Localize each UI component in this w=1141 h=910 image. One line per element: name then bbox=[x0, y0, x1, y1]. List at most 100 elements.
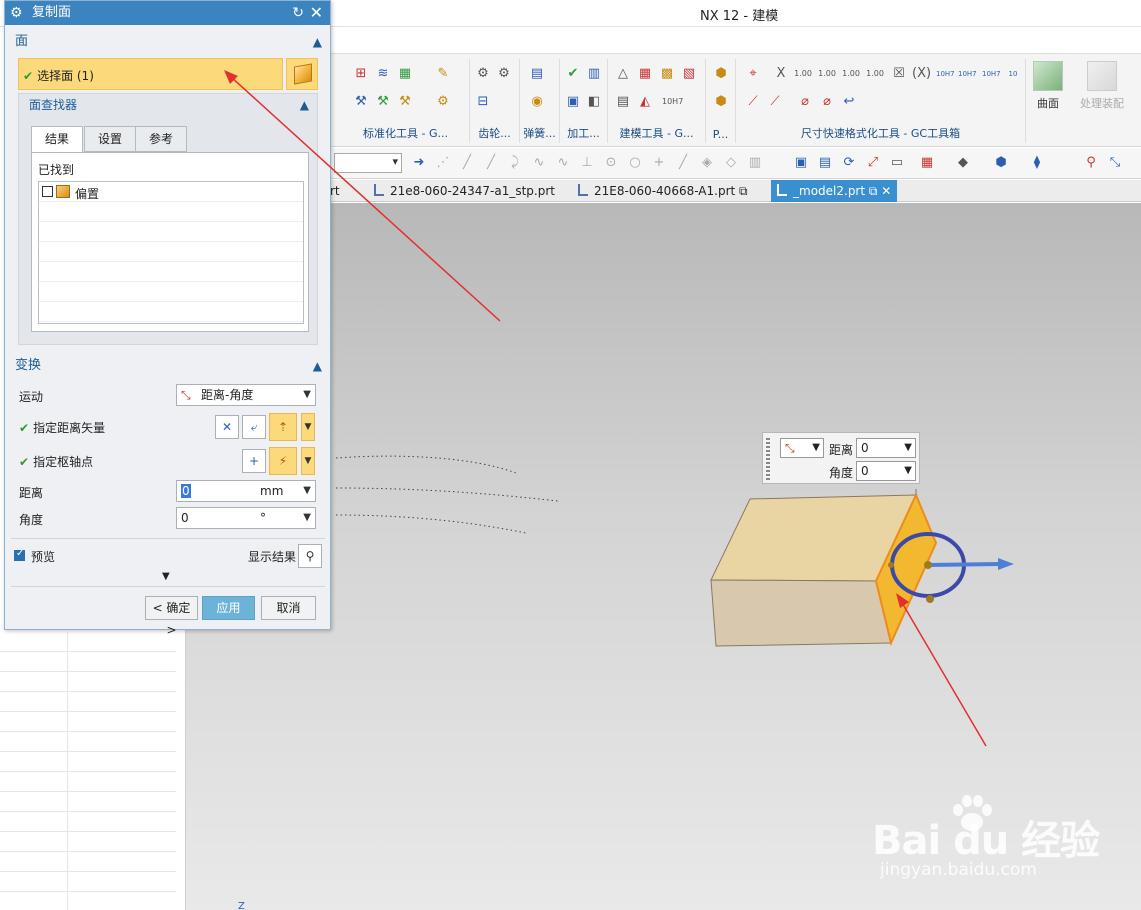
tool-icon[interactable]: ⟋ bbox=[744, 93, 762, 111]
tool-icon[interactable]: ✎ bbox=[434, 65, 452, 83]
tool-icon[interactable]: ⊞ bbox=[352, 65, 370, 83]
ok-button[interactable]: < 确定 > bbox=[145, 596, 198, 637]
view-icon[interactable]: ◆ bbox=[954, 154, 972, 172]
point-options-dropdown[interactable]: ▼ bbox=[301, 447, 315, 475]
drag-grip[interactable] bbox=[766, 438, 770, 480]
snap-icon[interactable]: ⊥ bbox=[578, 154, 596, 172]
tool-icon[interactable]: 1.00 bbox=[794, 65, 812, 83]
apply-button[interactable]: 应用 bbox=[202, 596, 255, 620]
expand-more-icon[interactable]: ▼ bbox=[162, 571, 170, 582]
snap-icon[interactable]: ⋰ bbox=[434, 154, 452, 172]
snap-icon[interactable]: ╱ bbox=[482, 154, 500, 172]
navigator-row[interactable] bbox=[0, 852, 176, 872]
ribbon-group-label[interactable]: 齿轮... bbox=[470, 125, 519, 141]
face-section-header[interactable]: 面 ▲ bbox=[5, 29, 330, 55]
chevron-up-icon[interactable]: ▲ bbox=[313, 29, 322, 55]
navigator-row[interactable] bbox=[0, 692, 176, 712]
navigator-row[interactable] bbox=[0, 892, 176, 910]
rotate-icon[interactable]: ⟳ bbox=[840, 154, 858, 172]
machining-tool-icon[interactable]: ▥ bbox=[585, 65, 603, 83]
ribbon-group-label[interactable]: P... bbox=[706, 128, 735, 141]
snap-icon[interactable]: ⊙ bbox=[602, 154, 620, 172]
selection-filter-dropdown[interactable] bbox=[334, 153, 402, 173]
navigator-row[interactable] bbox=[0, 752, 176, 772]
tool-icon[interactable]: ⬢ bbox=[712, 93, 730, 111]
tool-icon[interactable]: ≋ bbox=[374, 65, 392, 83]
offset-checkbox[interactable] bbox=[42, 186, 53, 197]
tool-icon[interactable]: ⬢ bbox=[712, 65, 730, 83]
view-icon[interactable]: ⧫ bbox=[1028, 154, 1046, 172]
cube-view-icon[interactable]: ⬢ bbox=[992, 154, 1010, 172]
angle-input[interactable]: 0 ° ▼ bbox=[176, 507, 316, 529]
point-dialog-button[interactable]: + bbox=[242, 449, 266, 473]
snap-icon[interactable]: ╱ bbox=[674, 154, 692, 172]
tool-icon[interactable]: 1.00 bbox=[866, 65, 884, 83]
close-tab-icon[interactable]: ✕ bbox=[881, 184, 891, 198]
navigator-row[interactable] bbox=[0, 792, 176, 812]
tool-icon[interactable]: ☒ bbox=[890, 65, 908, 83]
navigator-row[interactable] bbox=[0, 812, 176, 832]
reset-icon[interactable]: ↻ bbox=[292, 1, 304, 25]
tool-icon[interactable]: ▦ bbox=[636, 65, 654, 83]
navigator-row[interactable] bbox=[0, 712, 176, 732]
tool-icon[interactable]: ⚒ bbox=[374, 93, 392, 111]
ribbon-group-label[interactable]: 标准化工具 - G... bbox=[342, 125, 469, 141]
tool-icon[interactable]: ▤ bbox=[614, 93, 632, 111]
vector-inferred-button[interactable]: ⇡ bbox=[269, 413, 297, 441]
tool-icon[interactable]: 10H7 bbox=[958, 65, 977, 83]
view-icon[interactable]: ▭ bbox=[888, 154, 906, 172]
face-select-button[interactable] bbox=[286, 58, 318, 90]
cancel-button[interactable]: 取消 bbox=[261, 596, 316, 620]
snap-icon[interactable]: ∿ bbox=[554, 154, 572, 172]
machining-tool-icon[interactable]: ▣ bbox=[564, 93, 582, 111]
navigator-row[interactable] bbox=[0, 772, 176, 792]
block-front-face[interactable] bbox=[710, 579, 892, 647]
view-icon[interactable]: ⤢ bbox=[864, 154, 882, 172]
doc-tab-active[interactable]: _model2.prt ⧉ ✕ bbox=[771, 180, 898, 202]
tool-icon[interactable]: ◭ bbox=[636, 93, 654, 111]
navigator-row[interactable] bbox=[0, 652, 176, 672]
snap-icon[interactable]: ▥ bbox=[746, 154, 764, 172]
preview-checkbox[interactable] bbox=[14, 548, 25, 561]
gear-tool-icon[interactable]: ⚙ bbox=[495, 65, 513, 83]
reverse-direction-button[interactable]: ✕ bbox=[215, 415, 239, 439]
snap-icon[interactable]: + bbox=[650, 154, 668, 172]
chevron-up-icon[interactable]: ▲ bbox=[313, 353, 322, 379]
navigator-row[interactable] bbox=[0, 632, 176, 652]
tool-icon[interactable]: 1.00 bbox=[842, 65, 860, 83]
tool-icon[interactable]: 1.00 bbox=[818, 65, 836, 83]
navigator-row[interactable] bbox=[0, 732, 176, 752]
tool-icon[interactable]: X bbox=[772, 65, 790, 83]
tool-icon[interactable]: ⌖ bbox=[744, 65, 762, 83]
distance-input[interactable]: 0 mm ▼ bbox=[176, 480, 316, 502]
distance-handle-arrow[interactable] bbox=[927, 562, 1002, 567]
process-assembly-button[interactable]: 处理装配 bbox=[1078, 61, 1126, 111]
chevron-up-icon[interactable]: ▲ bbox=[300, 94, 309, 116]
tab-results[interactable]: 结果 bbox=[31, 126, 83, 153]
snap-icon[interactable]: ➜ bbox=[410, 154, 428, 172]
close-icon[interactable]: ✕ bbox=[310, 1, 323, 25]
tool-icon[interactable]: ⚙ bbox=[434, 93, 452, 111]
vector-options-dropdown[interactable]: ▼ bbox=[301, 413, 315, 441]
machining-tool-icon[interactable]: ◧ bbox=[585, 93, 603, 111]
tool-icon[interactable]: ⚒ bbox=[352, 93, 370, 111]
doc-tab[interactable]: 21E8-060-40668-A1.prt ⧉ bbox=[578, 180, 748, 202]
tool-icon[interactable]: ⟋ bbox=[766, 93, 784, 111]
snap-icon[interactable]: ∿ bbox=[530, 154, 548, 172]
triangle-icon[interactable]: △ bbox=[614, 65, 632, 83]
motion-type-dropdown[interactable]: ⤡ ▼ bbox=[780, 438, 824, 458]
tool-icon[interactable]: (X) bbox=[912, 65, 931, 83]
navigator-row[interactable] bbox=[0, 672, 176, 692]
spring-tool-icon[interactable]: ▤ bbox=[528, 65, 546, 83]
tool-icon[interactable]: ⚒ bbox=[396, 93, 414, 111]
surface-button[interactable]: 曲面 bbox=[1030, 61, 1066, 111]
tool-icon[interactable]: ▦ bbox=[396, 65, 414, 83]
tool-icon[interactable]: ⌀ bbox=[796, 93, 814, 111]
popup-angle-input[interactable]: 0 ▼ bbox=[856, 461, 916, 481]
handle-point[interactable] bbox=[888, 562, 894, 568]
gear-tool-icon[interactable]: ⚙ bbox=[474, 65, 492, 83]
face-finder-header[interactable]: 面查找器 ▲ bbox=[19, 94, 317, 116]
gear-tool-icon[interactable]: ⊟ bbox=[474, 93, 492, 111]
view-icon[interactable]: ⤡ bbox=[1106, 154, 1124, 172]
ribbon-group-label[interactable]: 加工... bbox=[560, 125, 607, 141]
